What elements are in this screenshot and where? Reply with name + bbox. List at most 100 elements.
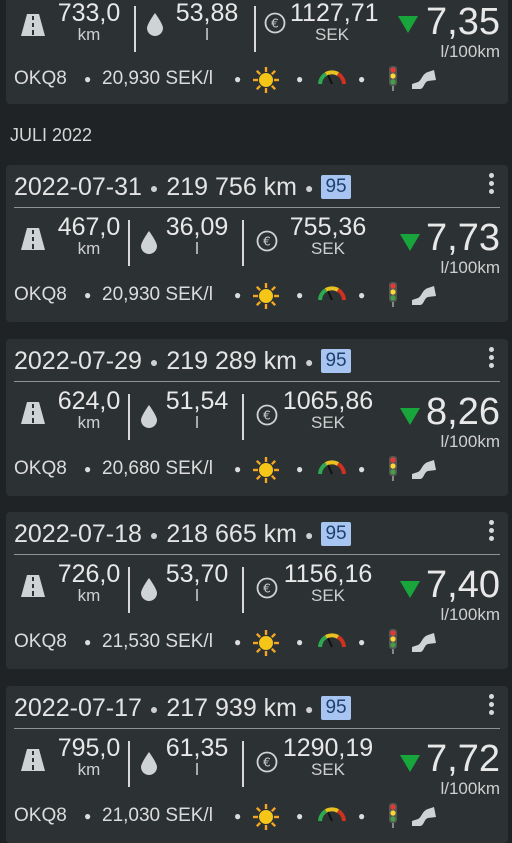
divider	[242, 567, 244, 613]
bullet: ●	[358, 288, 366, 302]
consumption-stat: 7,35 l/100km	[426, 1, 500, 61]
entry-date: 2022-07-18	[14, 520, 142, 548]
gauge-icon	[318, 460, 346, 475]
euro-icon: €	[256, 230, 278, 252]
card-header: 2022-07-17 ● 217 939 km ● 95	[14, 686, 500, 729]
liters-stat: 61,35 l	[165, 734, 229, 779]
card-header: 2022-07-18 ● 218 665 km ● 95	[14, 512, 500, 555]
bullet: ●	[358, 462, 366, 476]
bullet: ●	[84, 72, 92, 86]
bullet: ●	[358, 809, 366, 823]
more-vert-icon[interactable]	[484, 694, 498, 720]
more-vert-icon[interactable]	[484, 173, 498, 199]
price-per-liter: 21,030 SEK/l	[102, 805, 213, 826]
entry-date: 2022-07-31	[14, 173, 142, 201]
details-row: OKQ8 ● 20,930 SEK/l ● ● ●	[6, 62, 508, 100]
euro-icon: €	[264, 12, 286, 34]
stats-row: 795,0 km 61,35 l € 1290,19 SEK 7,72 l/10…	[6, 729, 508, 799]
sun-icon	[253, 283, 279, 309]
entry-card[interactable]: 2022-07-31 ● 219 756 km ● 95 467,0 km 36,09 …	[6, 165, 508, 322]
consumption-stat: 8,26 l/100km	[426, 391, 500, 451]
bullet: ●	[84, 809, 92, 823]
winding-road-icon	[412, 460, 436, 479]
distance-stat: 726,0 km	[57, 560, 121, 605]
card-header: 2022-07-29 ● 219 289 km ● 95	[14, 339, 500, 382]
liters-stat: 53,70 l	[165, 560, 229, 605]
bullet: ●	[358, 72, 366, 86]
winding-road-icon	[412, 286, 436, 305]
winding-road-icon	[412, 70, 436, 89]
distance-stat: 733,0 km	[57, 0, 121, 44]
euro-icon: €	[256, 577, 278, 599]
station-name: OKQ8	[14, 805, 67, 826]
winding-road-icon	[412, 807, 436, 826]
svg-text:€: €	[263, 582, 271, 596]
consumption-stat: 7,72 l/100km	[426, 738, 500, 798]
trend-down-icon	[400, 408, 420, 425]
svg-text:€: €	[263, 409, 271, 423]
divider	[254, 6, 256, 52]
road-icon	[21, 228, 45, 250]
trend-down-icon	[400, 755, 420, 772]
distance-stat: 467,0 km	[57, 213, 121, 258]
drop-icon	[141, 578, 157, 601]
bullet: ●	[358, 635, 366, 649]
divider	[128, 567, 130, 613]
headline: 2022-07-18 ● 218 665 km ● 95	[14, 520, 351, 549]
euro-icon: €	[256, 404, 278, 426]
sun-icon	[253, 630, 279, 656]
entry-card-partial[interactable]: 733,0 km 53,88 l € 1127,71 SEK 7,35 l/10…	[6, 0, 508, 104]
price-per-liter: 20,680 SEK/l	[102, 458, 213, 479]
traffic-light-icon	[389, 456, 397, 481]
divider	[128, 394, 130, 440]
more-vert-icon[interactable]	[484, 347, 498, 373]
station-name: OKQ8	[14, 631, 67, 652]
euro-icon: €	[256, 751, 278, 773]
liters-stat: 53,88 l	[175, 0, 239, 44]
divider	[128, 741, 130, 787]
bullet: ●	[234, 635, 242, 649]
divider	[242, 394, 244, 440]
trend-down-icon	[398, 16, 418, 33]
gauge-icon	[318, 286, 346, 301]
details-row: OKQ8 ● 21,030 SEK/l ● ● ●	[6, 799, 508, 837]
road-icon	[21, 575, 45, 597]
divider	[242, 741, 244, 787]
price-per-liter: 20,930 SEK/l	[102, 68, 213, 89]
cost-stat: 1127,71 SEK	[290, 0, 379, 44]
consumption-stat: 7,40 l/100km	[426, 564, 500, 624]
liters-stat: 36,09 l	[165, 213, 229, 258]
divider	[128, 220, 130, 266]
distance-stat: 795,0 km	[57, 734, 121, 779]
gauge-icon	[318, 807, 346, 822]
stats-row: 726,0 km 53,70 l € 1156,16 SEK 7,40 l/10…	[6, 555, 508, 625]
price-per-liter: 21,530 SEK/l	[102, 631, 213, 652]
month-header: JULI 2022	[10, 125, 93, 145]
more-vert-icon[interactable]	[484, 520, 498, 546]
cost-stat: 1290,19 SEK	[282, 734, 374, 779]
traffic-light-icon	[389, 66, 397, 91]
cost-stat: 1065,86 SEK	[282, 387, 374, 432]
sun-icon	[253, 457, 279, 483]
octane-badge: 95	[321, 349, 351, 373]
traffic-light-icon	[389, 803, 397, 828]
divider	[134, 6, 136, 52]
headline: 2022-07-17 ● 217 939 km ● 95	[14, 694, 351, 723]
bullet: ●	[296, 635, 304, 649]
entry-date: 2022-07-17	[14, 694, 142, 722]
bullet: ●	[234, 288, 242, 302]
odometer: 218 665 km	[166, 520, 297, 548]
traffic-light-icon	[389, 629, 397, 654]
bullet: ●	[84, 288, 92, 302]
distance-stat: 624,0 km	[57, 387, 121, 432]
entry-card[interactable]: 2022-07-18 ● 218 665 km ● 95 726,0 km 53,70 …	[6, 512, 508, 669]
traffic-light-icon	[389, 282, 397, 307]
svg-text:€: €	[271, 17, 279, 31]
odometer: 219 289 km	[166, 347, 297, 375]
bullet: ●	[84, 635, 92, 649]
bullet: ●	[234, 462, 242, 476]
entry-card[interactable]: 2022-07-29 ● 219 289 km ● 95 624,0 km 51,54 …	[6, 339, 508, 496]
bullet: ●	[234, 809, 242, 823]
liters-stat: 51,54 l	[165, 387, 229, 432]
entry-card[interactable]: 2022-07-17 ● 217 939 km ● 95 795,0 km 61,35 …	[6, 686, 508, 843]
